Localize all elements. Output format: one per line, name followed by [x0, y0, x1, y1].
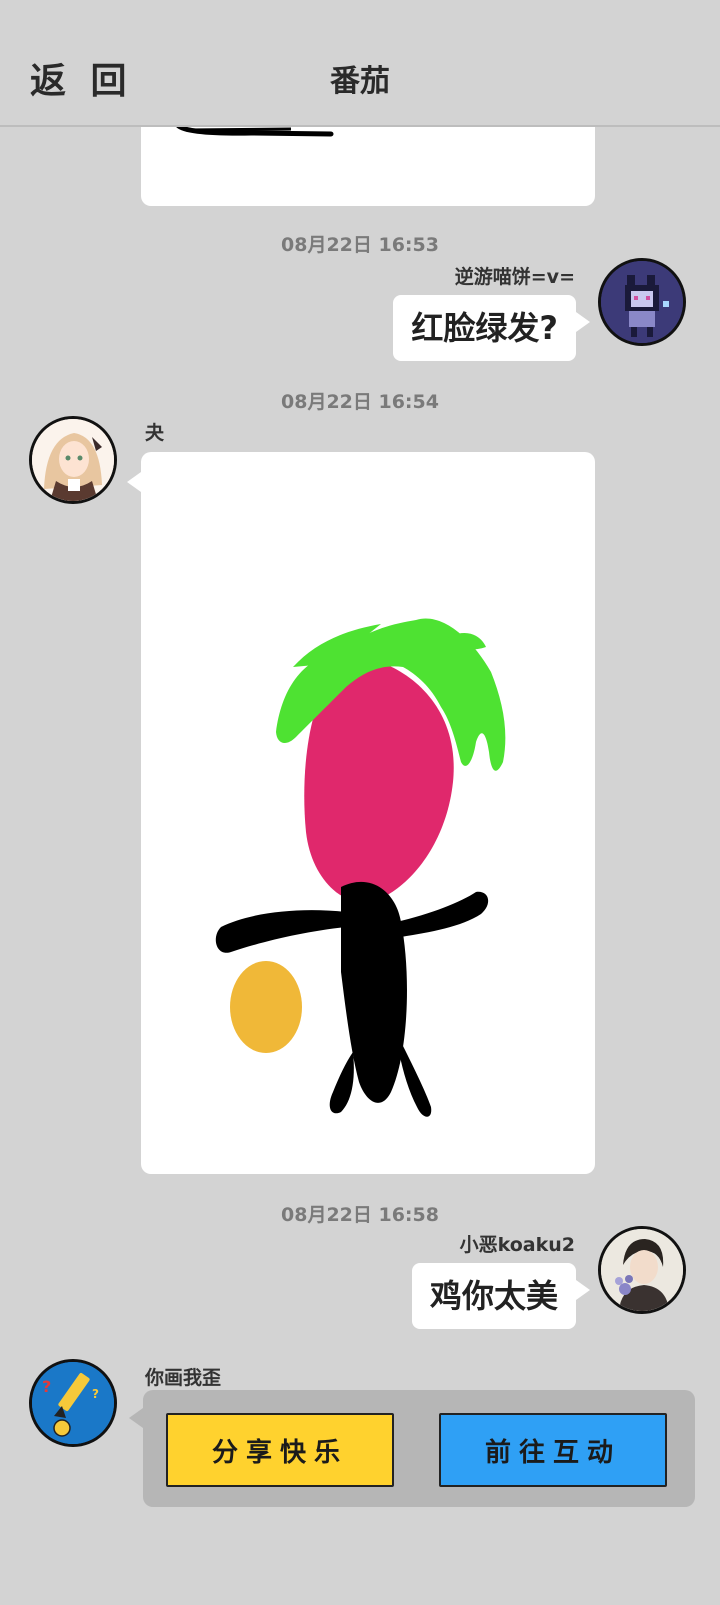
timestamp: 08月22日 16:53 — [281, 234, 439, 256]
avatar-man-flowers[interactable] — [598, 1226, 686, 1314]
bubble-tail — [127, 472, 141, 492]
bubble-tail — [576, 312, 590, 332]
pixel-character-icon — [601, 261, 683, 343]
bubble-tail — [576, 1280, 590, 1300]
anime-girl-icon — [32, 419, 114, 501]
message-bubble[interactable]: 鸡你太美 — [411, 1263, 576, 1329]
svg-text:?: ? — [92, 1387, 99, 1401]
sender-name: 小恶koaku2 — [459, 1234, 575, 1256]
message-bubble[interactable]: 红脸绿发? — [393, 295, 576, 361]
man-portrait-icon — [601, 1229, 683, 1311]
share-joy-button[interactable]: 分享快乐 — [166, 1413, 394, 1487]
drawing-card[interactable] — [141, 452, 595, 1174]
sender-name: 夬 — [145, 422, 165, 444]
drawing-image — [215, 618, 506, 1117]
game-card: 分享快乐 前往互动 — [143, 1390, 695, 1507]
go-interact-button[interactable]: 前往互动 — [439, 1413, 667, 1487]
timestamp: 08月22日 16:54 — [281, 391, 439, 413]
top-bar: 返 回 番茄 — [0, 0, 720, 127]
sender-name: 逆游喵饼=v= — [454, 266, 575, 288]
svg-text:?: ? — [42, 1377, 51, 1396]
bubble-tail — [129, 1408, 143, 1428]
sender-name: 你画我歪 — [145, 1367, 222, 1389]
avatar-anime-girl[interactable] — [29, 416, 117, 504]
chat-title: 番茄 — [330, 64, 390, 99]
pencil-icon: ? ? — [32, 1362, 114, 1444]
avatar-game-pencil[interactable]: ? ? — [29, 1359, 117, 1447]
timestamp: 08月22日 16:58 — [281, 1204, 439, 1226]
avatar-pixel-cat[interactable] — [598, 258, 686, 346]
